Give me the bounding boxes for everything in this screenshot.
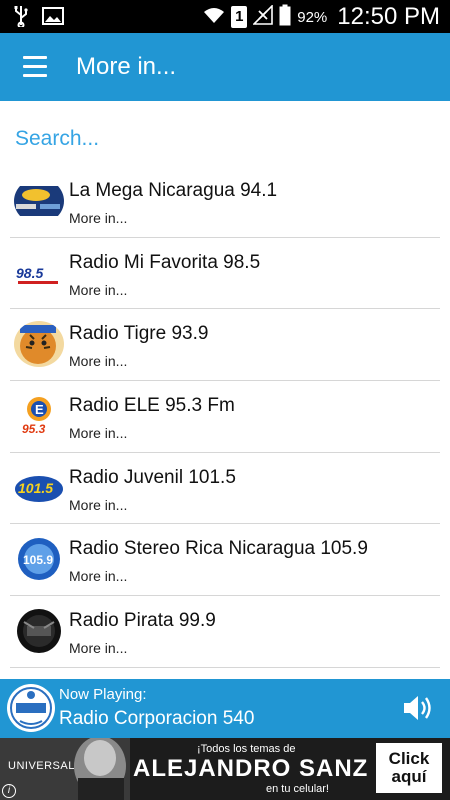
ad-artist: ALEJANDRO SANZ xyxy=(133,755,369,782)
image-notification-icon xyxy=(42,7,64,30)
station-item-juvenil[interactable]: 101.5 Radio Juvenil 101.5 More in... xyxy=(0,453,450,525)
svg-text:98.5: 98.5 xyxy=(16,265,43,281)
station-name: Radio Tigre 93.9 xyxy=(69,323,209,345)
station-subtitle: More in... xyxy=(69,425,128,442)
ad-banner[interactable]: UNIVERSAL ¡Todos los temas de ALEJANDRO … xyxy=(0,738,450,800)
station-name: Radio ELE 95.3 Fm xyxy=(69,395,235,417)
status-bar: 1 92% 12:50 PM xyxy=(0,0,450,33)
station-subtitle: More in... xyxy=(69,281,128,298)
station-subtitle: More in... xyxy=(69,496,128,513)
station-item-la-mega[interactable]: La Mega Nicaragua 94.1 More in... xyxy=(0,166,450,238)
page-title: More in... xyxy=(76,53,177,80)
station-item-ele[interactable]: E 95.3 Radio ELE 95.3 Fm More in... xyxy=(0,381,450,453)
ad-headline-top: ¡Todos los temas de xyxy=(197,743,296,755)
station-subtitle: More in... xyxy=(69,568,128,585)
station-logo-icon xyxy=(14,178,64,224)
now-playing-bar[interactable]: Now Playing: Radio Corporacion 540 xyxy=(0,679,450,738)
ad-headline-bottom: en tu celular! xyxy=(266,783,329,795)
station-logo-icon: 101.5 xyxy=(14,464,64,511)
station-name: Radio Pirata 99.9 xyxy=(69,610,216,632)
svg-text:105.9: 105.9 xyxy=(23,553,53,567)
station-name: La Mega Nicaragua 94.1 xyxy=(69,180,278,201)
no-signal-icon xyxy=(252,3,274,30)
app-bar: More in... xyxy=(0,33,450,101)
volume-icon[interactable] xyxy=(402,693,434,723)
station-name: Radio Mi Favorita 98.5 xyxy=(69,251,261,273)
battery-percent: 92% xyxy=(297,8,328,26)
station-subtitle: More in... xyxy=(69,640,128,657)
clock: 12:50 PM xyxy=(337,3,440,30)
usb-icon xyxy=(14,5,28,32)
wifi-icon xyxy=(203,6,225,29)
station-item-tigre[interactable]: Radio Tigre 93.9 More in... xyxy=(0,309,450,381)
station-list: La Mega Nicaragua 94.1 More in... 98.5 R… xyxy=(0,166,450,668)
station-logo-icon xyxy=(14,608,64,655)
now-playing-station: Radio Corporacion 540 xyxy=(59,708,255,729)
station-subtitle: More in... xyxy=(69,210,128,226)
svg-text:101.5: 101.5 xyxy=(18,480,53,496)
now-playing-logo-icon xyxy=(6,683,56,733)
svg-text:95.3: 95.3 xyxy=(22,422,46,436)
now-playing-label: Now Playing: xyxy=(59,686,147,703)
ad-cta-button[interactable]: Click aquí xyxy=(376,743,442,793)
station-logo-icon: 105.9 xyxy=(14,536,64,583)
station-name: Radio Juvenil 101.5 xyxy=(69,466,236,488)
station-item-stereo-rica[interactable]: 105.9 Radio Stereo Rica Nicaragua 105.9 … xyxy=(0,524,450,596)
sim-indicator: 1 xyxy=(231,6,248,28)
station-logo-icon: E 95.3 xyxy=(14,393,64,440)
station-logo-icon: 98.5 xyxy=(14,249,64,296)
svg-text:E: E xyxy=(35,402,44,417)
station-logo-icon xyxy=(14,321,64,368)
ad-brand: UNIVERSAL xyxy=(8,760,75,772)
station-item-pirata[interactable]: Radio Pirata 99.9 More in... xyxy=(0,596,450,668)
station-subtitle: More in... xyxy=(69,353,128,370)
station-name: Radio Stereo Rica Nicaragua 105.9 xyxy=(69,538,368,560)
ad-info-icon[interactable]: i xyxy=(2,784,16,798)
search-input[interactable] xyxy=(15,124,435,154)
battery-icon xyxy=(279,4,291,31)
station-item-mi-favorita[interactable]: 98.5 Radio Mi Favorita 98.5 More in... xyxy=(0,238,450,310)
menu-icon[interactable] xyxy=(17,53,53,81)
